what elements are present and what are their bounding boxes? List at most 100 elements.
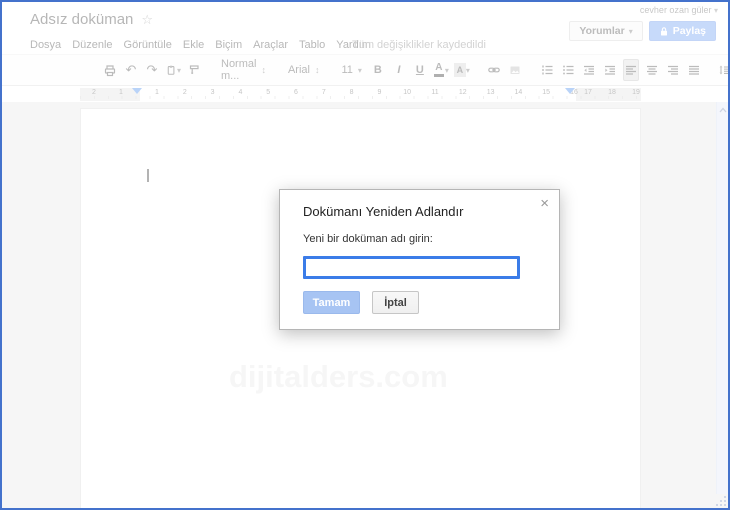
menu-item[interactable]: Araçlar xyxy=(253,39,288,51)
increase-indent-button[interactable] xyxy=(602,60,618,80)
ruler-number: 1 xyxy=(119,89,123,96)
bulleted-list-icon xyxy=(562,65,574,75)
line-spacing-icon xyxy=(719,65,728,75)
chevron-down-icon: ▾ xyxy=(628,26,633,36)
bold-button[interactable]: B xyxy=(370,60,386,80)
comments-button[interactable]: Yorumlar ▾ xyxy=(569,21,643,41)
updown-icon: ↕ xyxy=(261,65,266,75)
align-right-button[interactable] xyxy=(665,60,681,80)
account-name: cevher ozan güler xyxy=(639,5,712,15)
underline-button[interactable]: U xyxy=(412,60,428,80)
menu-bar: Dosya Düzenle Görüntüle Ekle Biçim Araçlar Tab… xyxy=(30,39,382,51)
chevron-up-icon xyxy=(719,107,726,113)
resize-grip[interactable] xyxy=(714,494,728,508)
ruler: 21 1 2 3 4 5 6 7 8 9 10 11 12 13 14 15 16 17 18 19 xyxy=(80,88,641,101)
font-dropdown[interactable]: Arial ↕ xyxy=(285,64,323,76)
menu-item[interactable]: Biçim xyxy=(215,39,242,51)
ruler-number: 19 xyxy=(632,89,640,96)
align-left-button[interactable] xyxy=(622,59,639,81)
scroll-up-button[interactable] xyxy=(717,103,728,117)
dialog-label: Yeni bir doküman adı girin: xyxy=(303,233,433,245)
chevron-down-icon: ▾ xyxy=(713,6,718,15)
header-actions: Yorumlar ▾ Paylaş xyxy=(569,21,716,41)
ok-button[interactable]: Tamam xyxy=(303,291,360,314)
line-spacing-button[interactable]: ▾ xyxy=(718,60,728,80)
undo-icon: ↶ xyxy=(125,62,137,77)
cancel-button[interactable]: İptal xyxy=(372,291,419,314)
undo-button[interactable]: ↶ xyxy=(123,60,139,80)
toolbar: ↶ ↷ ▾ Normal m... ↕ Arial ↕ 11 ▾ B I U A… xyxy=(2,54,728,86)
star-icon[interactable]: ☆ xyxy=(141,12,153,28)
document-name-input[interactable] xyxy=(303,256,520,279)
ruler-number: 1 xyxy=(155,89,159,96)
outdent-icon xyxy=(583,65,594,75)
redo-button[interactable]: ↷ xyxy=(144,60,160,80)
insert-image-button[interactable] xyxy=(507,60,523,80)
justify-button[interactable] xyxy=(686,60,702,80)
decrease-indent-button[interactable] xyxy=(581,60,597,80)
menu-item[interactable]: Dosya xyxy=(30,39,61,51)
italic-button[interactable]: I xyxy=(391,60,407,80)
image-icon xyxy=(510,66,520,74)
insert-link-button[interactable] xyxy=(486,60,502,80)
menu-item[interactable]: Görüntüle xyxy=(124,39,172,51)
doc-title[interactable]: Adsız doküman xyxy=(30,11,133,28)
ruler-number: 2 xyxy=(92,89,96,96)
doc-title-row: Adsız doküman ☆ xyxy=(30,11,153,28)
vertical-scrollbar[interactable] xyxy=(716,102,728,494)
lock-icon xyxy=(660,26,667,35)
ruler-number: 4 xyxy=(238,89,243,96)
resize-grip-icon xyxy=(715,495,726,506)
redo-icon: ↷ xyxy=(146,62,158,77)
close-icon[interactable]: × xyxy=(540,195,549,212)
save-status-wrap: Tüm değişiklikler kaydedildi xyxy=(352,39,486,51)
font-value: Arial xyxy=(287,64,310,76)
share-button-label: Paylaş xyxy=(672,25,706,37)
left-margin-marker[interactable] xyxy=(132,88,142,94)
font-size-dropdown[interactable]: 11 ▾ xyxy=(338,64,364,76)
account-menu[interactable]: cevher ozan güler ▾ xyxy=(640,5,718,15)
font-size-value: 11 xyxy=(341,64,353,76)
ruler-number: 18 xyxy=(608,89,616,96)
chevron-down-icon: ▾ xyxy=(357,65,362,75)
menu-item[interactable]: Düzenle xyxy=(72,39,112,51)
text-color-button[interactable]: A ▾ xyxy=(433,60,449,80)
ruler-number: 15 xyxy=(542,89,551,96)
style-value: Normal m... xyxy=(221,58,257,82)
ruler-text-area xyxy=(140,88,576,101)
menu-item[interactable]: Ekle xyxy=(183,39,204,51)
web-clipboard-button[interactable]: ▾ xyxy=(165,60,181,80)
menu-item[interactable]: Tablo xyxy=(299,39,325,51)
print-button[interactable] xyxy=(102,60,118,80)
ruler-number: 11 xyxy=(431,89,439,96)
highlight-color-button[interactable]: A ▾ xyxy=(453,60,470,80)
align-right-icon xyxy=(667,65,678,75)
save-status: Tüm değişiklikler kaydedildi xyxy=(352,39,486,51)
align-left-icon xyxy=(625,65,636,75)
justify-icon xyxy=(688,65,699,75)
right-margin-marker[interactable] xyxy=(565,88,575,94)
highlight-icon: A xyxy=(453,63,466,77)
text-cursor xyxy=(147,169,149,182)
dialog-buttons: Tamam İptal xyxy=(303,291,419,314)
share-button[interactable]: Paylaş xyxy=(648,21,716,41)
paint-roller-icon xyxy=(189,65,199,74)
ruler-number: 3 xyxy=(210,89,215,96)
ruler-number: 13 xyxy=(486,89,495,96)
ruler-number: 17 xyxy=(584,89,592,96)
indent-icon xyxy=(604,65,615,75)
ruler-ticks xyxy=(80,96,641,99)
numbered-list-button[interactable] xyxy=(539,60,555,80)
ruler-number: 2 xyxy=(182,89,187,96)
ruler-number: 9 xyxy=(377,89,382,96)
rename-dialog: × Dokümanı Yeniden Adlandır Yeni bir dok… xyxy=(279,189,560,330)
paragraph-style-dropdown[interactable]: Normal m... ↕ xyxy=(218,58,269,82)
bulleted-list-button[interactable] xyxy=(560,60,576,80)
link-icon xyxy=(488,67,500,73)
text-color-icon: A xyxy=(433,63,445,77)
comments-button-label: Yorumlar xyxy=(579,25,625,37)
ruler-number: 7 xyxy=(321,89,326,96)
ruler-number: 10 xyxy=(403,89,412,96)
align-center-button[interactable] xyxy=(644,60,660,80)
paint-format-button[interactable] xyxy=(186,60,202,80)
